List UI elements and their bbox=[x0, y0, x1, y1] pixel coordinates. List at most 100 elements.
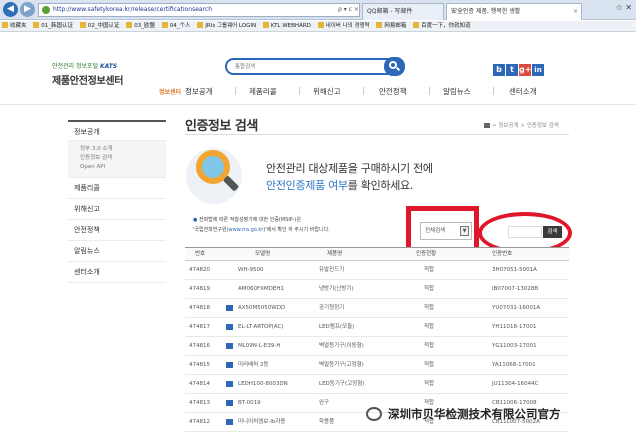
cell-no: 474815 bbox=[189, 362, 210, 368]
bookmark-item[interactable]: 02_中国认证 bbox=[79, 21, 120, 31]
address-bar[interactable]: http://www.safetykorea.kr/release/certif… bbox=[38, 3, 360, 17]
image-icon bbox=[226, 419, 233, 425]
google-plus-icon[interactable]: g+ bbox=[519, 64, 531, 76]
tab-safetykorea[interactable]: 安全인증 제품, 행복한 생활 × bbox=[446, 3, 582, 20]
bookmark-item[interactable]: 收藏夹 bbox=[2, 21, 27, 31]
sidebar-item-info[interactable]: 정보공개 bbox=[68, 120, 166, 141]
nav-info-disclosure[interactable]: 정보공개 bbox=[185, 86, 213, 97]
col-header-no: 번호 bbox=[195, 251, 206, 257]
cell-status: 적합 bbox=[424, 343, 435, 349]
table-row[interactable]: 474814 LEDH100-8003DN LED등기구(고정형) 적합 JU11304… bbox=[185, 375, 569, 394]
linkedin-icon[interactable]: in bbox=[532, 64, 544, 76]
cell-model[interactable]: 미니어처엠보-lb자용 bbox=[238, 413, 286, 431]
cell-model[interactable]: AX50M5050WDD bbox=[238, 299, 285, 317]
bookmark-item[interactable]: 网易邮箱 bbox=[376, 21, 406, 31]
sidebar-item-report[interactable]: 위해신고 bbox=[68, 199, 166, 220]
cell-model[interactable]: 미러배처 2등 bbox=[238, 356, 269, 374]
cell-cert: 3H07051-5001A bbox=[492, 267, 537, 273]
bookmark-item[interactable]: 百度一下，你就知道 bbox=[413, 21, 471, 31]
globe-icon bbox=[42, 6, 50, 14]
sidebar-subitem-open-api[interactable]: Open API bbox=[80, 163, 166, 172]
twitter-icon[interactable]: t bbox=[506, 64, 518, 76]
breadcrumb: > 정보공개 > 인증정보 검색 bbox=[484, 121, 559, 129]
bookmark-item[interactable]: JRIs 그룹웨어 LOGIN bbox=[197, 21, 256, 31]
browser-titlebar: ◀ ▶ http://www.safetykorea.kr/release/ce… bbox=[0, 0, 636, 20]
cell-model[interactable]: EL-LT-ARTOP(AC) bbox=[238, 318, 283, 336]
site-logo[interactable]: 안전관리 정보포털 KATS 제품안전정보센터 bbox=[52, 61, 172, 87]
bookmark-item[interactable]: 04_个人 bbox=[161, 21, 191, 31]
table-row[interactable]: 474817 EL-LT-ARTOP(AC) LED램프(모듈) 적합 YH11018-… bbox=[185, 318, 569, 337]
forward-arrow-icon[interactable]: ▶ bbox=[20, 2, 35, 17]
cell-no: 474817 bbox=[189, 324, 210, 330]
logo-tagline: 안전관리 정보포털 bbox=[52, 63, 99, 70]
search-input[interactable] bbox=[235, 62, 375, 72]
logo-title: 제품안전정보센터 bbox=[52, 76, 124, 87]
bookmark-item[interactable]: 네이버 나의 경쟁력 bbox=[317, 21, 370, 31]
rra-link[interactable]: www.rra.go.kr bbox=[229, 227, 264, 233]
table-row[interactable]: 474816 ML09N-L-E39-H 벽멀등기구(이동형) 적합 YG11003-1… bbox=[185, 337, 569, 356]
cell-cert: YG11003-17001 bbox=[492, 343, 537, 349]
cell-cert: YH11018-17001 bbox=[492, 324, 537, 330]
nav-product-recall[interactable]: 제품리콜 bbox=[249, 86, 277, 97]
window-controls[interactable]: ☆ ✕ bbox=[616, 3, 632, 12]
address-text: http://www.safetykorea.kr/release/certif… bbox=[53, 6, 213, 13]
tab-qq-mail[interactable]: QQ邮箱 - 写邮件 bbox=[362, 3, 444, 20]
cell-product: LED램프(모듈) bbox=[319, 324, 355, 330]
cell-cert: YU07031-16001A bbox=[492, 305, 541, 311]
cell-model[interactable]: ML09N-L-E39-H bbox=[238, 337, 280, 355]
page-title: 인증정보 검색 bbox=[185, 119, 258, 134]
watermark-text: 深圳市贝华检测技术有限公司官方 bbox=[388, 407, 561, 421]
sidebar: 정보공개 정부 3.0 소개 인증정보 검색 Open API 제품리콜 위해신… bbox=[68, 120, 166, 283]
cell-no: 474814 bbox=[189, 381, 210, 387]
table-row[interactable]: 474818 AX50M5050WDD 공기청정기 적합 YU07031-16001A bbox=[185, 299, 569, 318]
search-button[interactable] bbox=[384, 57, 405, 76]
cell-model[interactable]: AM060FXMDEH1 bbox=[238, 280, 284, 298]
sidebar-item-news[interactable]: 알림뉴스 bbox=[68, 241, 166, 262]
cell-no: 474818 bbox=[189, 305, 210, 311]
cell-no: 474819 bbox=[189, 286, 210, 292]
cell-model[interactable]: BT-0019 bbox=[238, 394, 261, 412]
back-arrow-icon[interactable]: ◀ bbox=[3, 2, 18, 17]
site-search bbox=[225, 58, 405, 75]
main-nav: 정보센터 정보공개 제품리콜 위해신고 안전정책 알림뉴스 센터소개 bbox=[159, 86, 568, 100]
bookmarks-bar: 收藏夹 01_韩国认证 02_中国认证 03_欧盟 04_个人 JRIs 그룹웨… bbox=[0, 21, 636, 32]
bookmark-item[interactable]: 03_欧盟 bbox=[126, 21, 155, 31]
page-icon bbox=[413, 22, 420, 28]
image-icon bbox=[226, 381, 233, 387]
sidebar-item-about[interactable]: 센터소개 bbox=[68, 262, 166, 283]
keyword-input[interactable] bbox=[508, 226, 542, 238]
nav-center-intro[interactable]: 센터소개 bbox=[509, 86, 537, 97]
image-icon bbox=[226, 324, 233, 330]
cell-cert: YA11068-17001 bbox=[492, 362, 536, 368]
cell-cert: JU11304-16044C bbox=[492, 381, 539, 387]
table-row[interactable]: 474815 미러배처 2등 벽멀등기구(고정형) 적합 YA11068-17001 bbox=[185, 356, 569, 375]
nav-safety-policy[interactable]: 안전정책 bbox=[379, 86, 407, 97]
sidebar-item-policy[interactable]: 안전정책 bbox=[68, 220, 166, 241]
table-row[interactable]: 474820 WH-9500 유발진드기 적합 3H07051-5001A bbox=[185, 261, 569, 280]
close-icon[interactable]: × bbox=[573, 4, 578, 19]
page-icon bbox=[376, 22, 383, 28]
cell-model[interactable]: LEDH100-8003DN bbox=[238, 375, 288, 393]
table-row[interactable]: 474819 AM060FXMDEH1 냉방기(난방기) 적합 IB07007-1302… bbox=[185, 280, 569, 299]
keyword-search-button[interactable]: 검색 bbox=[543, 226, 562, 238]
page-icon bbox=[197, 22, 204, 28]
title-divider bbox=[185, 134, 569, 135]
col-header-status: 인증현황 bbox=[416, 251, 437, 257]
sidebar-item-recall[interactable]: 제품리콜 bbox=[68, 178, 166, 199]
blog-icon[interactable]: b bbox=[493, 64, 505, 76]
cell-status: 적합 bbox=[424, 286, 435, 292]
cell-model[interactable]: WH-9500 bbox=[238, 261, 264, 279]
nav-hazard-report[interactable]: 위해신고 bbox=[313, 86, 341, 97]
sidebar-submenu: 정부 3.0 소개 인증정보 검색 Open API bbox=[68, 141, 166, 178]
bookmark-item[interactable]: KTL WEBHARD bbox=[262, 21, 311, 31]
address-controls[interactable]: ρ ▾ c × bbox=[338, 3, 359, 17]
bookmark-item[interactable]: 01_韩国认证 bbox=[33, 21, 73, 31]
sidebar-subitem-cert-search[interactable]: 인증정보 검색 bbox=[80, 154, 166, 163]
sidebar-subitem-gov30[interactable]: 정부 3.0 소개 bbox=[80, 145, 166, 154]
home-icon[interactable] bbox=[484, 123, 490, 128]
cell-status: 적합 bbox=[424, 324, 435, 330]
nav-news[interactable]: 알림뉴스 bbox=[443, 86, 471, 97]
cell-status: 적합 bbox=[424, 381, 435, 387]
nav-home-label[interactable]: 정보센터 bbox=[159, 87, 181, 96]
cell-product: 벽멀등기구(이동형) bbox=[319, 343, 364, 349]
